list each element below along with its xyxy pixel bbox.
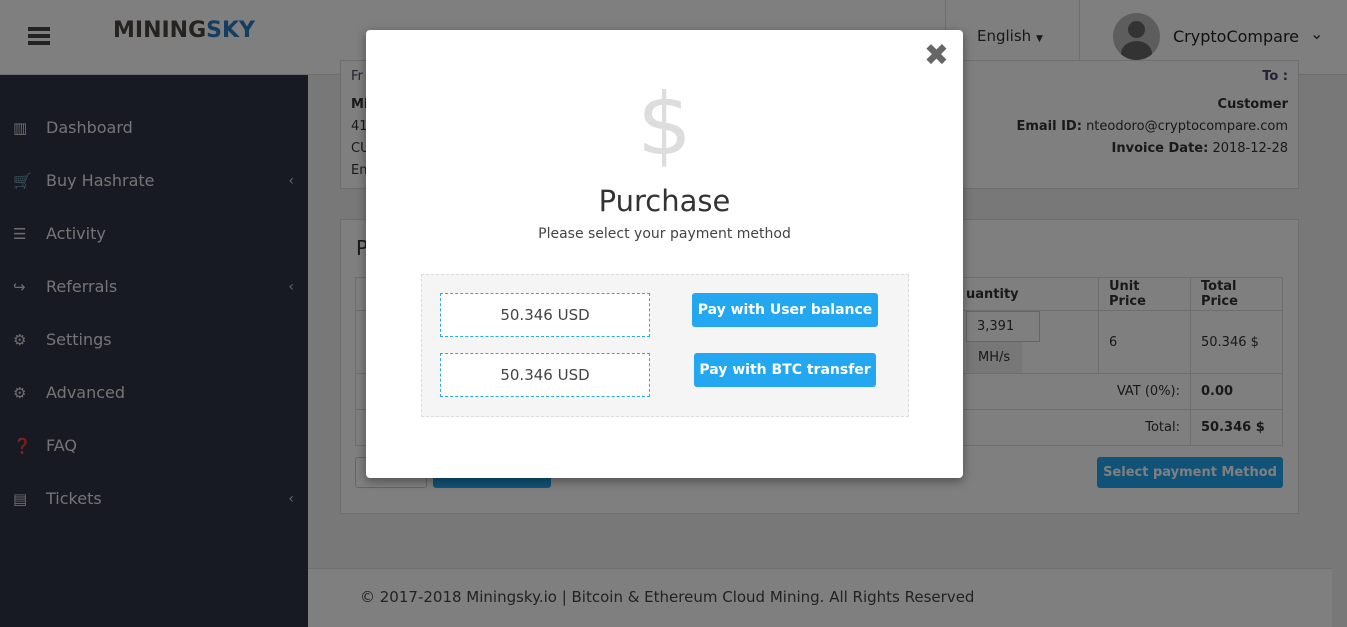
close-icon[interactable]: ✖ <box>924 38 949 73</box>
dollar-icon: $ <box>637 75 692 175</box>
amount-box: 50.346 USD <box>440 353 650 397</box>
modal-subtitle: Please select your payment method <box>538 226 791 242</box>
amount-box: 50.346 USD <box>440 293 650 337</box>
pay-btc-transfer-button[interactable]: Pay with BTC transfer <box>694 353 876 387</box>
modal-title: Purchase <box>598 184 731 218</box>
purchase-modal: ✖ $ Purchase Please select your payment … <box>366 30 963 478</box>
payment-options-box: 50.346 USD Pay with User balance 50.346 … <box>421 274 909 417</box>
pay-user-balance-button[interactable]: Pay with User balance <box>692 293 878 327</box>
